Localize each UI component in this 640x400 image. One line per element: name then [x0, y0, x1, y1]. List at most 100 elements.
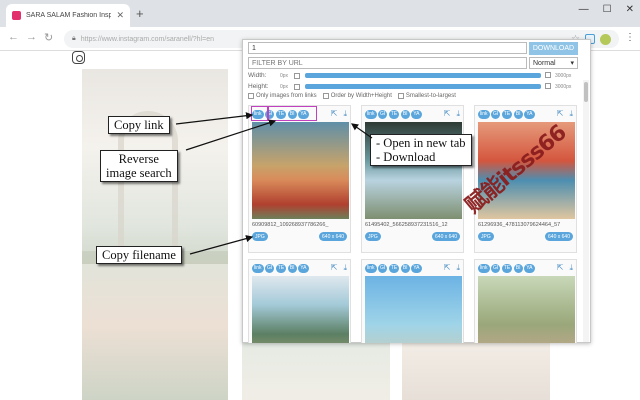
- width-min-checkbox[interactable]: [294, 72, 300, 79]
- tineye-search-button[interactable]: TE: [275, 263, 287, 273]
- back-icon[interactable]: ←: [8, 31, 19, 43]
- copy-link-button[interactable]: link: [478, 109, 490, 119]
- google-search-button[interactable]: GI: [265, 263, 275, 273]
- new-tab-icon[interactable]: +: [136, 6, 144, 21]
- bing-search-button[interactable]: BI: [287, 263, 297, 273]
- tineye-search-button[interactable]: TE: [388, 263, 400, 273]
- download-icon[interactable]: ⤓: [569, 109, 573, 119]
- google-search-button[interactable]: GI: [491, 109, 501, 119]
- height-label: Height:: [248, 83, 269, 90]
- callout-reverse-line2: image search: [106, 166, 172, 180]
- scrollbar-thumb[interactable]: [584, 82, 588, 102]
- profile-photo[interactable]: [82, 251, 228, 400]
- google-search-button[interactable]: GI: [378, 263, 388, 273]
- yandex-search-button[interactable]: YA: [524, 109, 535, 119]
- profile-avatar[interactable]: [600, 33, 611, 45]
- download-icon[interactable]: ⤓: [569, 263, 573, 273]
- option-label: Only images from links: [256, 93, 317, 99]
- image-size-badge: 640 x 640: [319, 232, 347, 241]
- image-filename[interactable]: 61495402_566258937231516_12: [365, 222, 462, 228]
- width-slider[interactable]: [305, 73, 541, 78]
- bing-search-button[interactable]: BI: [400, 109, 410, 119]
- callout-copy-link: Copy link: [108, 116, 170, 134]
- image-filename[interactable]: 61296936_478113079624464_57: [478, 222, 575, 228]
- bing-search-button[interactable]: BI: [513, 263, 523, 273]
- tab-close-icon[interactable]: ✕: [116, 10, 124, 21]
- image-thumbnail[interactable]: [365, 276, 462, 343]
- bing-search-button[interactable]: BI: [400, 263, 410, 273]
- tineye-search-button[interactable]: TE: [501, 263, 513, 273]
- download-icon[interactable]: ⤓: [343, 109, 347, 119]
- option-label: Smallest-to-largest: [405, 93, 456, 99]
- copy-link-button[interactable]: link: [478, 263, 490, 273]
- copy-link-button[interactable]: link: [252, 263, 264, 273]
- mode-select-value: Normal: [533, 59, 556, 67]
- profile-photo[interactable]: [242, 341, 390, 400]
- width-max-checkbox[interactable]: [545, 72, 551, 78]
- image-card: link GI TE BI YA ⇱ ⤓: [474, 259, 577, 343]
- only-links-checkbox[interactable]: [248, 93, 254, 99]
- image-filename[interactable]: 60909812_109268937786266_: [252, 222, 349, 228]
- mode-select[interactable]: Normal ▾: [529, 57, 578, 69]
- width-max-label: 3000px: [555, 73, 572, 79]
- browser-menu-icon[interactable]: ⋮: [625, 32, 635, 43]
- bing-search-button[interactable]: BI: [513, 109, 523, 119]
- download-icon[interactable]: ⤓: [456, 109, 460, 119]
- download-icon[interactable]: ⤓: [456, 263, 460, 273]
- open-new-tab-icon[interactable]: ⇱: [444, 263, 451, 273]
- reload-icon[interactable]: ↻: [44, 31, 53, 44]
- open-new-tab-icon[interactable]: ⇱: [444, 109, 451, 119]
- google-search-button[interactable]: GI: [378, 109, 388, 119]
- height-min-checkbox[interactable]: [294, 83, 300, 90]
- reverse-search-highlight: [268, 106, 317, 121]
- tab-title: SARA SALAM Fashion Inspiratio...: [26, 12, 112, 19]
- open-new-tab-icon[interactable]: ⇱: [557, 263, 564, 273]
- image-thumbnail[interactable]: [478, 276, 575, 343]
- tineye-search-button[interactable]: TE: [501, 109, 513, 119]
- height-max-label: 3000px: [555, 84, 572, 90]
- minimize-icon[interactable]: —: [579, 4, 589, 15]
- open-new-tab-icon[interactable]: ⇱: [331, 109, 338, 119]
- image-card: link GI TE BI YA ⇱ ⤓ 60909812_10926893778…: [248, 105, 351, 253]
- height-min-label: 0px: [280, 83, 289, 90]
- copy-link-button[interactable]: link: [365, 263, 377, 273]
- height-max-checkbox[interactable]: [545, 83, 551, 89]
- instagram-logo-icon[interactable]: [72, 51, 85, 64]
- order-size-checkbox[interactable]: [322, 93, 329, 99]
- image-thumbnail[interactable]: [252, 122, 349, 219]
- google-search-button[interactable]: GI: [491, 263, 501, 273]
- yandex-search-button[interactable]: YA: [524, 263, 535, 273]
- width-label: Width:: [248, 72, 267, 79]
- profile-photo[interactable]: [402, 341, 550, 400]
- image-size-badge: 640 x 640: [545, 232, 573, 241]
- download-icon[interactable]: ⤓: [343, 263, 347, 273]
- options-row: Only images from links Order by Width+He…: [248, 93, 456, 99]
- forward-icon[interactable]: →: [26, 31, 37, 43]
- open-new-tab-icon[interactable]: ⇱: [557, 109, 564, 119]
- chevron-down-icon: ▾: [570, 60, 574, 67]
- download-button[interactable]: DOWNLOAD: [529, 42, 578, 55]
- image-type-badge: JPG: [478, 232, 494, 241]
- close-window-icon[interactable]: ✕: [626, 4, 634, 15]
- yandex-search-button[interactable]: YA: [411, 109, 422, 119]
- copy-link-button[interactable]: link: [365, 109, 377, 119]
- image-thumbnail[interactable]: [252, 276, 349, 343]
- filter-url-input[interactable]: [248, 57, 527, 69]
- browser-tab[interactable]: SARA SALAM Fashion Inspiratio... ✕: [6, 4, 130, 27]
- height-slider[interactable]: [305, 84, 541, 89]
- panel-scrollbar[interactable]: [583, 80, 589, 342]
- yandex-search-button[interactable]: YA: [411, 263, 422, 273]
- instagram-favicon-icon: [12, 11, 21, 20]
- callout-open-download: - Open in new tab - Download: [370, 134, 472, 166]
- callout-copy-filename: Copy filename: [96, 246, 182, 264]
- open-new-tab-icon[interactable]: ⇱: [331, 263, 338, 273]
- yandex-search-button[interactable]: YA: [298, 263, 309, 273]
- callout-download-line: - Download: [376, 150, 436, 164]
- lock-icon: 🔒︎: [72, 35, 76, 42]
- smallest-first-checkbox[interactable]: [397, 93, 404, 99]
- tineye-search-button[interactable]: TE: [388, 109, 400, 119]
- query-input[interactable]: [248, 42, 527, 54]
- image-type-badge: JPG: [252, 232, 268, 241]
- maximize-icon[interactable]: ☐: [603, 4, 612, 15]
- image-card: link GI TE BI YA ⇱ ⤓: [248, 259, 351, 343]
